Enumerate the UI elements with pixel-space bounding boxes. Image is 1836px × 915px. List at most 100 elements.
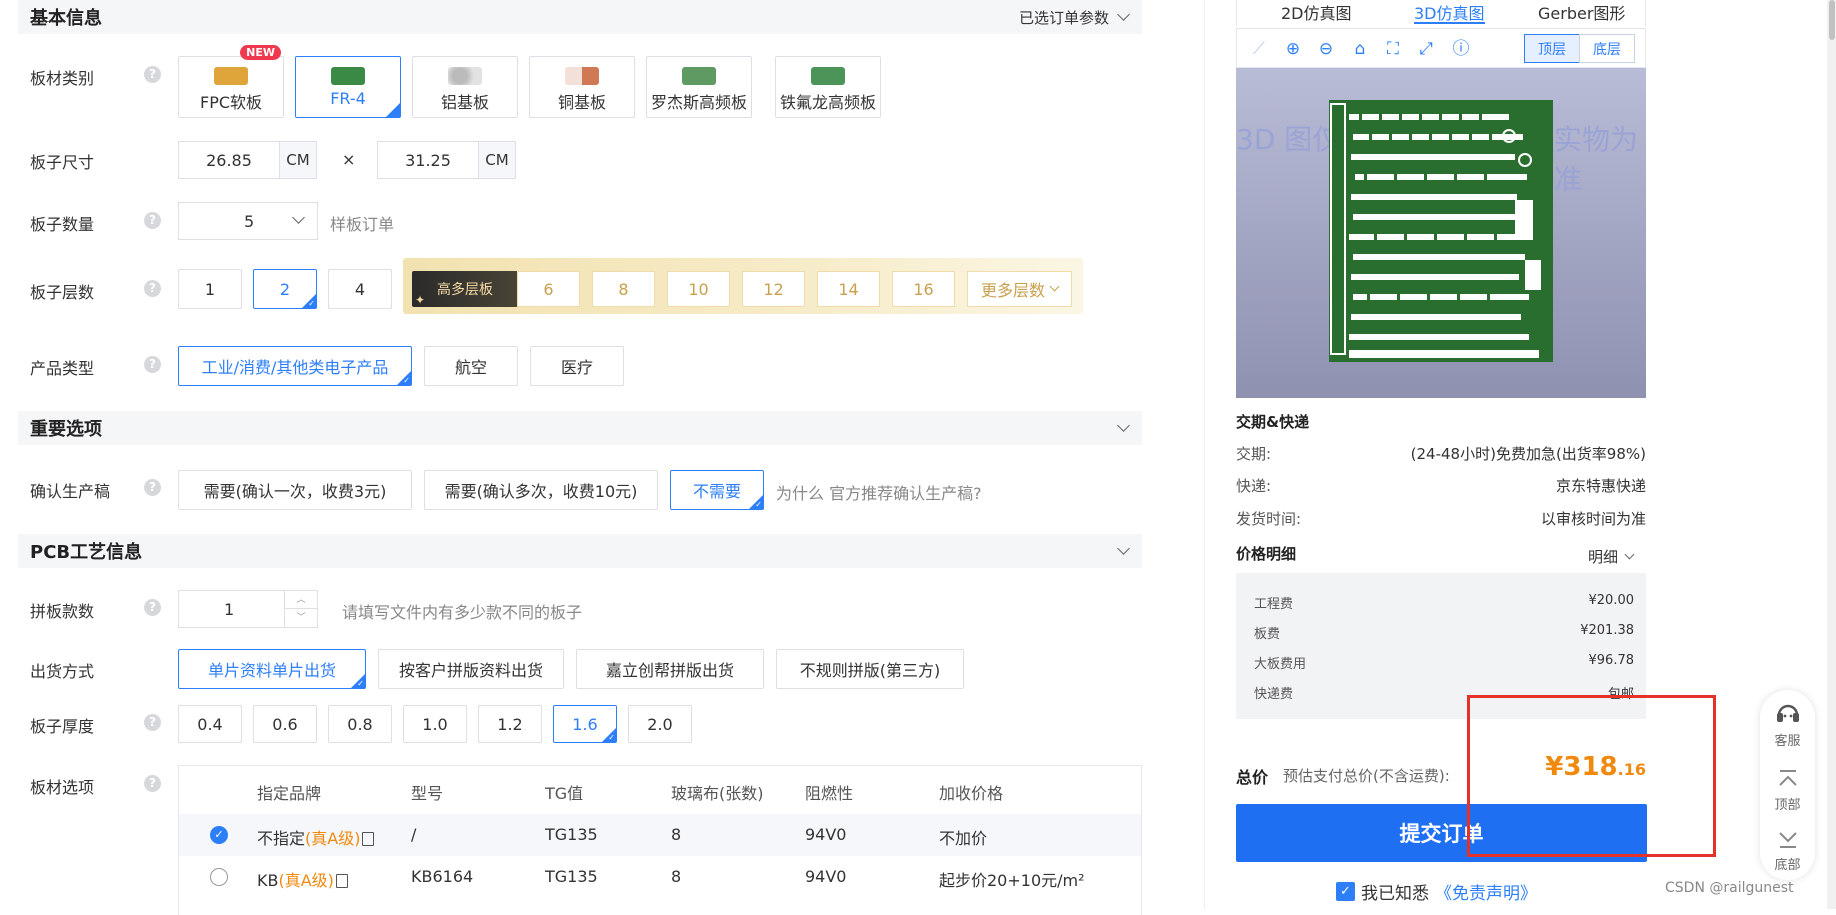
thickness-2-0[interactable]: 2.0 — [628, 705, 692, 743]
quantity-select[interactable]: 5 — [178, 202, 318, 240]
express-key: 快递: — [1236, 477, 1272, 495]
brand-grade: (真A级) — [305, 829, 361, 848]
layer-option-6[interactable]: 6 — [517, 271, 580, 307]
model-cell: KB6164 — [411, 867, 474, 886]
width-input[interactable]: 26.85 — [178, 141, 280, 179]
height-unit: CM — [478, 141, 516, 179]
selected-params-toggle[interactable]: 已选订单参数 — [1019, 7, 1130, 28]
thickness-1-2[interactable]: 1.2 — [478, 705, 542, 743]
thickness-1-6[interactable]: 1.6 — [553, 705, 617, 743]
disclaimer-link[interactable]: 《免责声明》 — [1435, 879, 1537, 904]
help-icon[interactable]: ? — [144, 775, 161, 792]
thickness-1-0[interactable]: 1.0 — [403, 705, 467, 743]
teflon-thumbnail-icon — [811, 67, 845, 85]
product-type-aviation[interactable]: 航空 — [424, 346, 518, 386]
fullscreen-icon[interactable]: ⤢ — [1416, 39, 1436, 59]
layer-option-8[interactable]: 8 — [592, 271, 655, 307]
measure-ruler-icon[interactable]: ⟋ — [1249, 39, 1269, 59]
agree-checkbox-row[interactable]: ✓ 我已知悉 《免责声明》 — [1336, 879, 1537, 904]
layer-option-16[interactable]: 16 — [892, 271, 955, 307]
tab-3d[interactable]: 3D仿真图 — [1414, 0, 1485, 24]
confirm-none[interactable]: 不需要 — [670, 470, 764, 510]
stepper-down-icon[interactable]: ﹀ — [285, 609, 317, 627]
thickness-0-4[interactable]: 0.4 — [178, 705, 242, 743]
help-icon[interactable]: ? — [144, 212, 161, 229]
watermark-left: 3D 图仅 — [1236, 123, 1341, 156]
product-type-industrial[interactable]: 工业/消费/其他类电子产品 — [178, 346, 412, 386]
height-input[interactable]: 31.25 — [377, 141, 479, 179]
column-divider — [1204, 0, 1205, 909]
help-icon[interactable]: ? — [144, 599, 161, 616]
layer-option-12[interactable]: 12 — [742, 271, 805, 307]
table-header-brand: 指定品牌 — [257, 784, 322, 803]
large-board-fee-key: 大板费用 — [1254, 657, 1307, 672]
confirm-once[interactable]: 需要(确认一次，收费3元) — [178, 470, 412, 510]
layer-bottom-button[interactable]: 底层 — [1579, 34, 1635, 63]
material-copper[interactable]: 铜基板 — [529, 56, 635, 118]
preview-tabs: 2D仿真图 3D仿真图 Gerber图形 — [1236, 0, 1646, 26]
chevron-down-icon — [1117, 8, 1130, 21]
ship-mode-customer[interactable]: 按客户拼版资料出货 — [378, 649, 564, 689]
help-icon[interactable]: ? — [144, 714, 161, 731]
price-detail-label: 明细 — [1588, 548, 1619, 566]
more-layers-dropdown[interactable]: 更多层数 — [967, 271, 1072, 307]
product-type-medical[interactable]: 医疗 — [530, 346, 624, 386]
table-row[interactable]: KB(真A级) KB6164 TG135 8 94V0 起步价20+10元/m² — [179, 856, 1141, 898]
radio-unchecked-icon[interactable] — [210, 868, 228, 886]
fit-frame-icon[interactable]: ⛶ — [1383, 39, 1403, 59]
thickness-0-8[interactable]: 0.8 — [328, 705, 392, 743]
section-important-header[interactable]: 重要选项 — [18, 411, 1142, 445]
material-rogers[interactable]: 罗杰斯高频板 — [646, 56, 752, 118]
pdf-icon[interactable] — [362, 832, 375, 846]
help-circle-icon[interactable]: ⓘ — [1451, 39, 1471, 59]
more-layers-label: 更多层数 — [980, 281, 1045, 300]
section-pcb-header[interactable]: PCB工艺信息 — [18, 534, 1142, 568]
zoom-out-icon[interactable]: ⊖ — [1316, 39, 1336, 59]
layer-option-14[interactable]: 14 — [817, 271, 880, 307]
tab-gerber[interactable]: Gerber图形 — [1538, 0, 1625, 24]
annotation-red-box — [1467, 695, 1716, 857]
scrollbar-track[interactable] — [1827, 0, 1836, 909]
board-options-table: 指定品牌 型号 TG值 玻璃布(张数) 阻燃性 加收价格 ✓ 不指定(真A级) … — [178, 765, 1142, 915]
confirm-multiple[interactable]: 需要(确认多次，收费10元) — [424, 470, 658, 510]
pcb-3d-viewer[interactable]: 3D 图仅 实物为准 — [1236, 68, 1646, 398]
layer-option-2[interactable]: 2 — [253, 269, 317, 309]
back-to-top-button[interactable]: 顶部 — [1760, 768, 1815, 813]
confirm-why-link[interactable]: 为什么 官方推荐确认生产稿? — [776, 480, 982, 504]
section-basic-header: 基本信息 已选订单参数 — [18, 0, 1142, 34]
quantity-hint: 样板订单 — [330, 215, 395, 234]
material-teflon[interactable]: 铁氟龙高频板 — [775, 56, 881, 118]
help-icon[interactable]: ? — [144, 479, 161, 496]
layer-top-button[interactable]: 顶层 — [1524, 34, 1580, 63]
radio-checked-icon[interactable]: ✓ — [210, 826, 228, 844]
engineering-fee-value: ¥20.00 — [1588, 593, 1635, 608]
help-icon[interactable]: ? — [144, 66, 161, 83]
material-fpc[interactable]: NEW FPC软板 — [178, 45, 284, 118]
pdf-icon[interactable] — [335, 874, 348, 888]
material-fr4[interactable]: FR-4 — [295, 56, 401, 118]
customer-service-button[interactable]: 客服 — [1760, 700, 1815, 749]
panel-count-stepper[interactable]: 1 ︿ ﹀ — [178, 590, 318, 628]
help-icon[interactable]: ? — [144, 280, 161, 297]
ship-mode-single[interactable]: 单片资料单片出货 — [178, 649, 366, 689]
price-detail-toggle[interactable]: 明细 — [1588, 546, 1635, 567]
ship-mode-irregular[interactable]: 不规则拼版(第三方) — [776, 649, 964, 689]
go-bottom-button[interactable]: 底部 — [1760, 828, 1815, 873]
thickness-label: 板子厚度 — [30, 717, 95, 736]
layer-option-1[interactable]: 1 — [178, 269, 242, 309]
stepper-up-icon[interactable]: ︿ — [285, 591, 317, 609]
material-aluminum[interactable]: 铝基板 — [412, 56, 518, 118]
price-cell: 不加价 — [939, 829, 988, 848]
thickness-0-6[interactable]: 0.6 — [253, 705, 317, 743]
table-row[interactable]: ✓ 不指定(真A级) / TG135 8 94V0 不加价 — [179, 814, 1141, 856]
ship-mode-jlc[interactable]: 嘉立创帮拼版出货 — [576, 649, 764, 689]
layer-option-4[interactable]: 4 — [328, 269, 392, 309]
checkbox-checked-icon[interactable]: ✓ — [1336, 882, 1355, 901]
zoom-in-icon[interactable]: ⊕ — [1283, 39, 1303, 59]
home-icon[interactable]: ⌂ — [1350, 39, 1370, 59]
tab-2d[interactable]: 2D仿真图 — [1281, 0, 1352, 24]
scrollbar-thumb[interactable] — [1829, 0, 1835, 40]
layer-option-10[interactable]: 10 — [667, 271, 730, 307]
tg-cell: TG135 — [545, 825, 598, 844]
help-icon[interactable]: ? — [144, 356, 161, 373]
